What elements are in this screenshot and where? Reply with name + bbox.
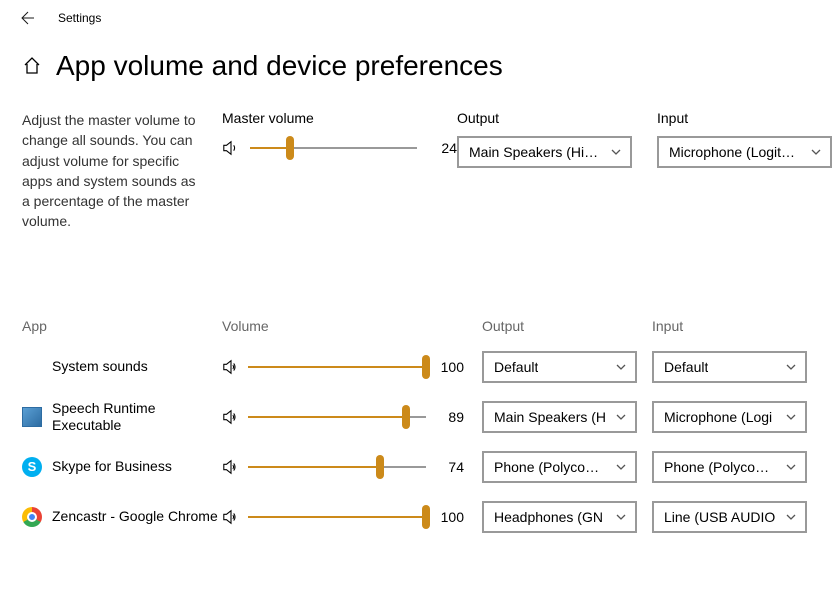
app-volume-slider[interactable] [248,505,426,529]
app-name-cell: Zencastr - Google Chrome [22,507,222,527]
app-input-value: Line (USB AUDIO [664,509,775,525]
app-input-dropdown[interactable]: Line (USB AUDIO [652,501,807,533]
speaker-icon[interactable] [222,358,240,376]
apps-header: App Volume Output Input [22,318,813,334]
app-input-value: Phone (Polycom C [664,459,779,475]
app-output-value: Main Speakers (H [494,409,606,425]
app-name-cell: System sounds [22,358,222,375]
master-volume-label: Master volume [222,110,457,126]
chevron-down-icon [785,361,797,373]
chevron-down-icon [610,146,622,158]
master-volume-slider[interactable] [250,136,417,160]
app-input-dropdown[interactable]: Microphone (Logi [652,401,807,433]
back-button[interactable] [16,6,40,30]
app-volume-slider[interactable] [248,455,426,479]
chevron-down-icon [615,461,627,473]
app-row: System sounds 100 Default Default [22,342,813,392]
app-volume-slider[interactable] [248,355,426,379]
app-volume-slider[interactable] [248,405,426,429]
app-row: Speech Runtime Executable 89 Main Speake… [22,392,813,442]
app-input-value: Default [664,359,708,375]
app-name: System sounds [52,358,148,375]
titlebar: Settings [0,0,835,36]
master-description: Adjust the master volume to change all s… [22,110,222,232]
app-row: Zencastr - Google Chrome 100 Headphones … [22,492,813,542]
master-volume-value: 24 [427,140,457,156]
app-name-cell: Speech Runtime Executable [22,400,222,434]
chevron-down-icon [615,511,627,523]
app-output-dropdown[interactable]: Phone (Polycom C [482,451,637,483]
col-output: Output [482,318,652,334]
skype-icon: S [22,457,42,477]
speech-runtime-icon [22,407,42,427]
chrome-icon [22,507,42,527]
speaker-icon[interactable] [222,139,240,157]
app-output-value: Default [494,359,538,375]
speaker-icon[interactable] [222,458,240,476]
app-name: Speech Runtime Executable [52,400,222,434]
speaker-icon[interactable] [222,508,240,526]
col-volume: Volume [222,318,482,334]
col-input: Input [652,318,822,334]
home-icon[interactable] [22,56,42,76]
chevron-down-icon [785,461,797,473]
app-output-value: Phone (Polycom C [494,459,609,475]
window-title: Settings [58,11,101,25]
app-output-dropdown[interactable]: Headphones (GN [482,501,637,533]
speaker-icon[interactable] [222,408,240,426]
chevron-down-icon [785,411,797,423]
chevron-down-icon [810,146,822,158]
app-row: S Skype for Business 74 Phone (Polycom C… [22,442,813,492]
app-name-cell: S Skype for Business [22,457,222,477]
page-title: App volume and device preferences [56,50,503,82]
app-volume-value: 100 [434,359,464,375]
app-volume-value: 74 [434,459,464,475]
app-input-dropdown[interactable]: Default [652,351,807,383]
master-input-value: Microphone (Logit… [669,144,795,160]
app-output-dropdown[interactable]: Main Speakers (H [482,401,637,433]
app-input-value: Microphone (Logi [664,409,772,425]
output-label: Output [457,110,637,126]
chevron-down-icon [785,511,797,523]
app-volume-value: 89 [434,409,464,425]
master-output-value: Main Speakers (Hi… [469,144,598,160]
app-name: Skype for Business [52,458,172,475]
app-volume-value: 100 [434,509,464,525]
master-output-dropdown[interactable]: Main Speakers (Hi… [457,136,632,168]
app-output-value: Headphones (GN [494,509,603,525]
master-input-dropdown[interactable]: Microphone (Logit… [657,136,832,168]
arrow-left-icon [20,10,36,26]
app-output-dropdown[interactable]: Default [482,351,637,383]
app-input-dropdown[interactable]: Phone (Polycom C [652,451,807,483]
chevron-down-icon [615,411,627,423]
app-name: Zencastr - Google Chrome [52,508,218,525]
chevron-down-icon [615,361,627,373]
input-label: Input [657,110,832,126]
col-app: App [22,318,222,334]
